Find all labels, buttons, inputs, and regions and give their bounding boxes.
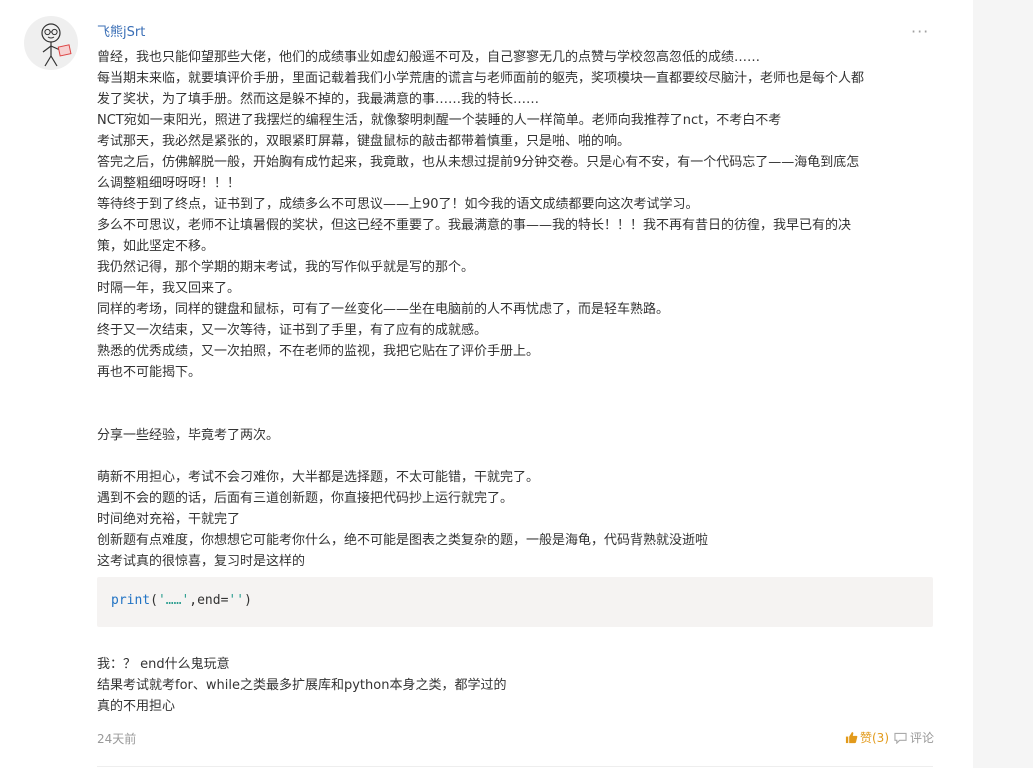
code-function: print [111, 593, 151, 608]
paragraph-line: 时隔一年，我又回来了。 [97, 281, 241, 296]
code-string-1: '……' [157, 593, 190, 608]
paragraph-line: 我：？ end什么鬼玩意 [97, 657, 230, 672]
paragraph-line: 发了奖状，为了填手册。然而这是躲不掉的，我最满意的事……我的特长…… [97, 92, 540, 107]
paragraph-line: 熟悉的优秀成绩，又一次拍照，不在老师的监视，我把它贴在了评价手册上。 [97, 344, 540, 359]
paragraph-line: 萌新不用担心，考试不会刁难你，大半都是选择题，不太可能错，干就完了。 [97, 470, 540, 485]
more-options-icon[interactable]: ··· [911, 22, 929, 41]
post-time: 24天前 [97, 732, 137, 746]
post-card: 飞熊jSrt ··· 曾经，我也只能仰望那些大佬，他们的成绩事业如虚幻般遥不可及… [0, 0, 973, 768]
like-button[interactable]: 赞(3) [845, 729, 889, 746]
paragraph-line: 终于又一次结束，又一次等待，证书到了手里，有了应有的成就感。 [97, 323, 488, 338]
paragraph-line: 真的不用担心 [97, 699, 176, 714]
paragraph-line: 等待终于到了终点，证书到了，成绩多么不可思议——上90了！如今我的语文成绩都要向… [97, 197, 699, 212]
avatar-sketch-icon [41, 23, 72, 67]
paragraph-line: 再也不可能揭下。 [97, 365, 202, 380]
paragraph-line: 考试那天，我必然是紧张的，双眼紧盯屏幕，键盘鼠标的敲击都带着慎重，只是啪、啪的响… [97, 134, 631, 149]
post-body: 曾经，我也只能仰望那些大佬，他们的成绩事业如虚幻般遥不可及，自己寥寥无几的点赞与… [97, 47, 937, 572]
post-body-after-code: 我：？ end什么鬼玩意结果考试就考for、while之类最多扩展库和pytho… [97, 654, 506, 717]
like-count-label: 赞(3) [860, 731, 889, 745]
paragraph-line: 答完之后，仿佛解脱一般，开始胸有成竹起来，我竟敢，也从未想过提前9分钟交卷。只是… [97, 155, 860, 170]
avatar[interactable] [24, 16, 78, 70]
paragraph-line: 创新题有点难度，你想想它可能考你什么，绝不可能是图表之类复杂的题，一般是海龟，代… [97, 533, 709, 548]
paragraph-line: 我仍然记得，那个学期的期末考试，我的写作似乎就是写的那个。 [97, 260, 475, 275]
comment-label: 评论 [910, 731, 935, 745]
paragraph-line: 这考试真的很惊喜，复习时是这样的 [97, 554, 306, 569]
paragraph-line: 多么不可思议，老师不让填暑假的奖状，但这已经不重要了。我最满意的事——我的特长！… [97, 218, 852, 233]
paragraph-line: 么调整粗细呀呀呀！！！ [97, 176, 241, 191]
code-paren-open: ( [150, 593, 158, 608]
code-block: print('……',end='') [97, 577, 933, 627]
paragraph-line: 遇到不会的题的话，后面有三道创新题，你直接把代码抄上运行就完了。 [97, 491, 514, 506]
paragraph-line: NCT宛如一束阳光，照进了我摆烂的编程生活，就像黎明刺醒一个装睡的人一样简单。老… [97, 113, 782, 128]
paragraph-line: 时间绝对充裕，干就完了 [97, 512, 241, 527]
paragraph-line: 结果考试就考for、while之类最多扩展库和python本身之类，都学过的 [97, 678, 507, 693]
author-name[interactable]: 飞熊jSrt [97, 21, 145, 40]
comment-icon [894, 732, 907, 744]
paragraph-line: 曾经，我也只能仰望那些大佬，他们的成绩事业如虚幻般遥不可及，自己寥寥无几的点赞与… [97, 50, 761, 65]
code-arg: ,end= [189, 593, 229, 608]
comment-button[interactable]: 评论 [894, 729, 934, 746]
code-string-2: '' [228, 593, 245, 608]
paragraph-line: 策，如此坚定不移。 [97, 239, 215, 254]
thumbs-up-icon [845, 732, 858, 744]
paragraph-line: 每当期末来临，就要填评价手册，里面记载着我们小学荒唐的谎言与老师面前的躯壳，奖项… [97, 71, 865, 86]
code-paren-close: ) [244, 593, 252, 608]
divider [97, 766, 933, 767]
code-line: print('……',end='') [111, 593, 252, 608]
paragraph-line: 分享一些经验，毕竟考了两次。 [97, 428, 280, 443]
paragraph-line: 同样的考场，同样的键盘和鼠标，可有了一丝变化——坐在电脑前的人不再忧虑了，而是轻… [97, 302, 670, 317]
